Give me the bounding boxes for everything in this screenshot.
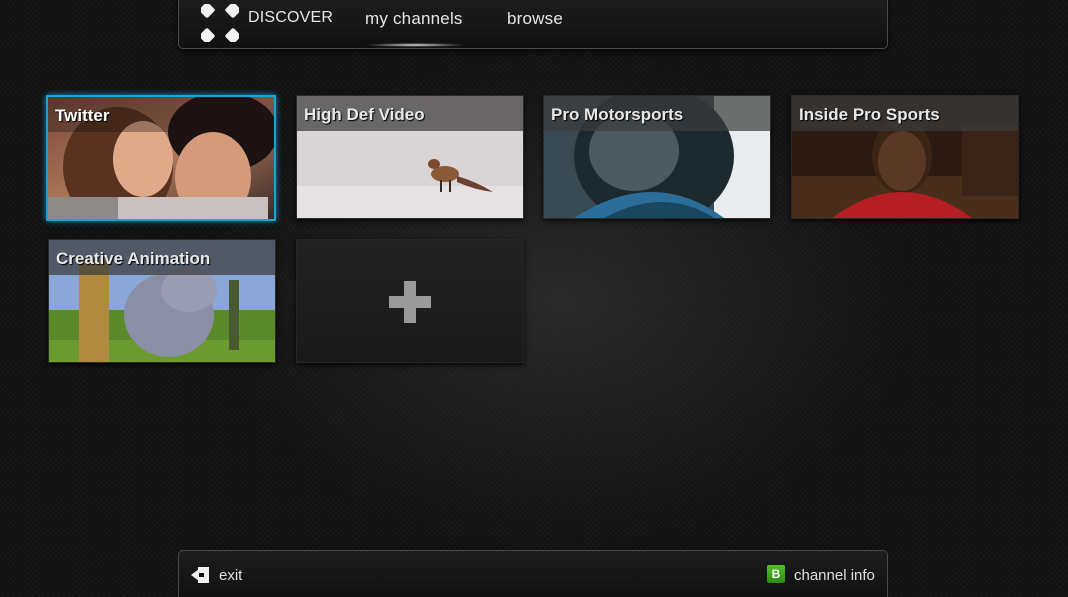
channel-title: Inside Pro Sports [799, 105, 940, 124]
top-nav-bar: DISCOVER my channels browse [178, 0, 888, 49]
channel-tile-high-def-video[interactable]: High Def Video [296, 95, 524, 219]
channel-info-label: channel info [794, 567, 875, 584]
app-screen: DISCOVER my channels browse Twitter High… [0, 0, 1068, 597]
channel-tile-pro-motorsports[interactable]: Pro Motorsports [543, 95, 771, 219]
channel-title: Creative Animation [56, 249, 211, 268]
nav-discover[interactable]: DISCOVER [248, 9, 333, 27]
channel-tile-creative-animation[interactable]: Creative Animation [48, 239, 276, 363]
nav-my-channels[interactable]: my channels [365, 9, 463, 29]
plus-icon [389, 281, 431, 323]
exit-label: exit [219, 567, 243, 584]
channel-title: Twitter [55, 106, 110, 125]
exit-icon [191, 567, 209, 583]
b-button-badge: B [767, 565, 785, 583]
active-tab-indicator [365, 43, 465, 47]
channel-tile-twitter[interactable]: Twitter [46, 95, 276, 221]
add-channel-tile[interactable] [296, 239, 524, 363]
x-brand-logo-icon [201, 4, 239, 42]
bottom-action-bar: exit B channel info [178, 550, 888, 597]
channel-title: Pro Motorsports [551, 105, 684, 124]
channel-tile-inside-pro-sports[interactable]: Inside Pro Sports [791, 95, 1019, 219]
channel-title: High Def Video [304, 105, 425, 124]
channel-info-button[interactable]: B channel info [767, 565, 879, 585]
nav-browse[interactable]: browse [507, 9, 563, 29]
